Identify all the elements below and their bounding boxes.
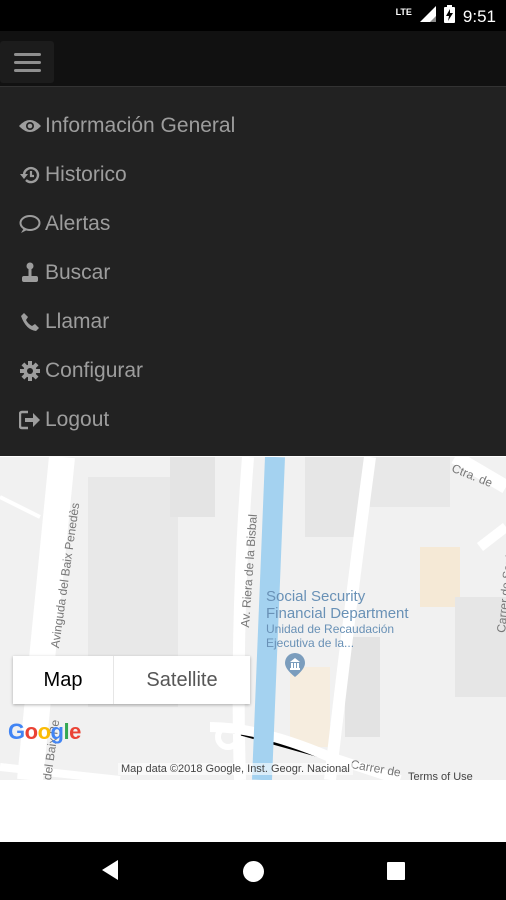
nav-item-label: Buscar xyxy=(45,261,111,284)
app-bar xyxy=(0,31,506,86)
nav-item-informacion-general[interactable]: Información General xyxy=(18,109,235,143)
nav-item-label: Logout xyxy=(45,408,110,431)
nav-item-label: Llamar xyxy=(45,310,110,333)
joystick-icon xyxy=(18,262,42,284)
comment-icon xyxy=(18,214,42,234)
gear-icon xyxy=(18,361,42,381)
terms-link[interactable]: Terms of Use xyxy=(408,771,473,780)
status-time: 9:51 xyxy=(462,6,496,26)
poi-label[interactable]: Social Security Financial Department Uni… xyxy=(266,588,409,650)
poi-title-line2: Financial Department xyxy=(266,605,409,622)
poi-subtitle-line1: Unidad de Recaudación xyxy=(266,622,395,636)
battery-charging-icon xyxy=(443,5,455,28)
system-nav-bar xyxy=(0,842,506,900)
network-type: LTE xyxy=(395,6,412,17)
nav-item-label: Información General xyxy=(45,114,236,137)
nav-item-historico[interactable]: Historico xyxy=(18,158,127,192)
map-attribution: Map data ©2018 Google, Inst. Geogr. Naci… xyxy=(118,763,353,775)
signal-icon xyxy=(419,6,436,27)
hamburger-menu-icon[interactable] xyxy=(0,41,54,83)
nav-item-llamar[interactable]: Llamar xyxy=(18,305,109,339)
home-icon[interactable] xyxy=(243,861,264,882)
recents-icon[interactable] xyxy=(387,862,405,880)
history-icon xyxy=(18,165,42,185)
poi-subtitle-line2: Ejecutiva de la... xyxy=(266,636,355,650)
map-view[interactable]: Avinguda del Baix Penedès Av. Riera de l… xyxy=(0,457,506,780)
nav-item-logout[interactable]: Logout xyxy=(18,403,109,437)
nav-item-alertas[interactable]: Alertas xyxy=(18,207,110,241)
eye-icon xyxy=(18,118,42,134)
logout-icon xyxy=(18,410,42,430)
nav-item-configurar[interactable]: Configurar xyxy=(18,354,143,388)
content-area xyxy=(0,780,506,842)
nav-item-buscar[interactable]: Buscar xyxy=(18,256,110,290)
back-icon[interactable] xyxy=(100,859,120,886)
map-type-toggle: Map Satellite xyxy=(13,656,250,704)
phone-icon xyxy=(18,312,42,332)
map-type-satellite-button[interactable]: Satellite xyxy=(114,656,250,704)
bank-pin-icon[interactable] xyxy=(285,653,305,677)
nav-item-label: Configurar xyxy=(45,359,144,382)
google-logo: Google xyxy=(8,719,81,744)
nav-item-label: Historico xyxy=(45,163,127,186)
nav-drawer: Información General Historico Alertas Bu… xyxy=(0,86,506,456)
status-bar: LTE 9:51 xyxy=(0,0,506,31)
map-type-map-button[interactable]: Map xyxy=(13,656,114,704)
nav-item-label: Alertas xyxy=(45,212,111,235)
poi-title-line1: Social Security xyxy=(266,588,366,605)
